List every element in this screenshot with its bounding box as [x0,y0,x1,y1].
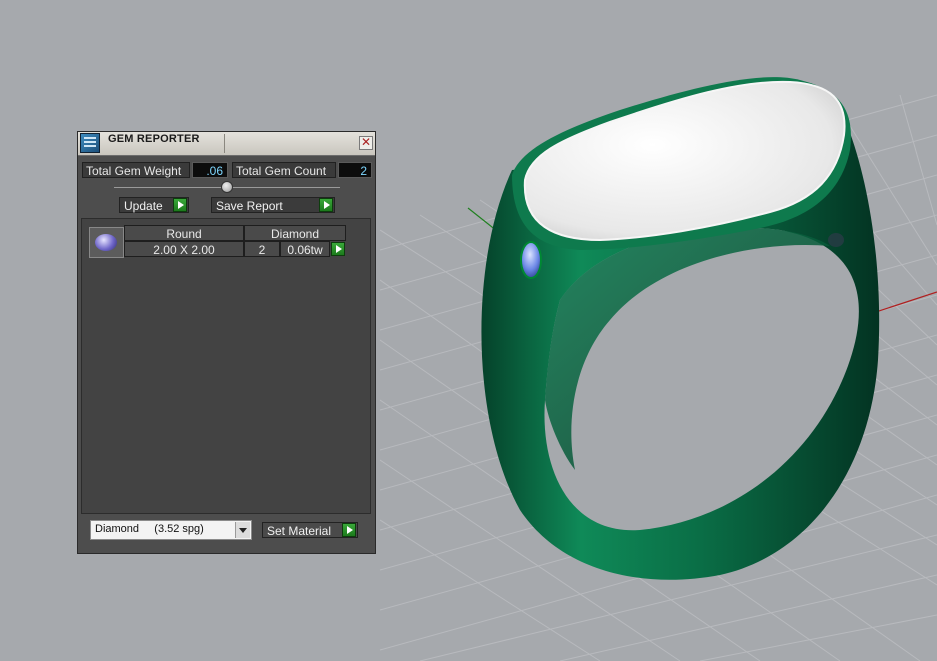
save-report-button-label: Save Report [216,199,283,213]
ring-model[interactable] [481,77,880,580]
gem-shape: Round [124,225,244,241]
set-material-button-label: Set Material [267,524,332,538]
gem-count: 2 [244,241,280,257]
gem-reporter-panel: GEM REPORTER ✕ Total Gem Weight .06 Tota… [77,131,376,554]
round-gem-icon[interactable] [89,227,124,258]
close-button[interactable]: ✕ [359,136,373,150]
total-gem-count-label: Total Gem Count [232,162,336,178]
total-gem-weight-label: Total Gem Weight [82,162,190,178]
gem-list[interactable]: Round Diamond 2.00 X 2.00 2 0.06tw [81,218,371,514]
update-button-label: Update [124,199,163,213]
side-gem-left[interactable] [520,241,542,279]
total-gem-count-value: 2 [338,162,372,178]
gem-weight: 0.06tw [280,241,330,257]
play-arrow-icon [319,198,333,212]
material-dropdown[interactable]: Diamond (3.52 spg) [90,520,252,540]
play-arrow-icon [342,523,356,537]
material-dropdown-value: Diamond (3.52 spg) [95,523,204,535]
panel-splitter-handle[interactable] [221,181,233,193]
gem-row-play-button[interactable] [331,242,345,256]
panel-title: GEM REPORTER [108,133,200,145]
total-gem-weight-value: .06 [192,162,228,178]
save-report-button[interactable]: Save Report [211,197,335,213]
gem-size: 2.00 X 2.00 [124,241,244,257]
panel-titlebar[interactable]: GEM REPORTER ✕ [78,132,375,156]
play-arrow-icon [173,198,187,212]
update-button[interactable]: Update [119,197,189,213]
titlebar-separator [224,134,225,153]
chevron-down-icon[interactable] [235,522,250,538]
gem-reporter-app-icon [80,133,100,153]
side-gem-right[interactable] [828,233,844,247]
gem-material: Diamond [244,225,346,241]
set-material-button[interactable]: Set Material [262,522,358,538]
